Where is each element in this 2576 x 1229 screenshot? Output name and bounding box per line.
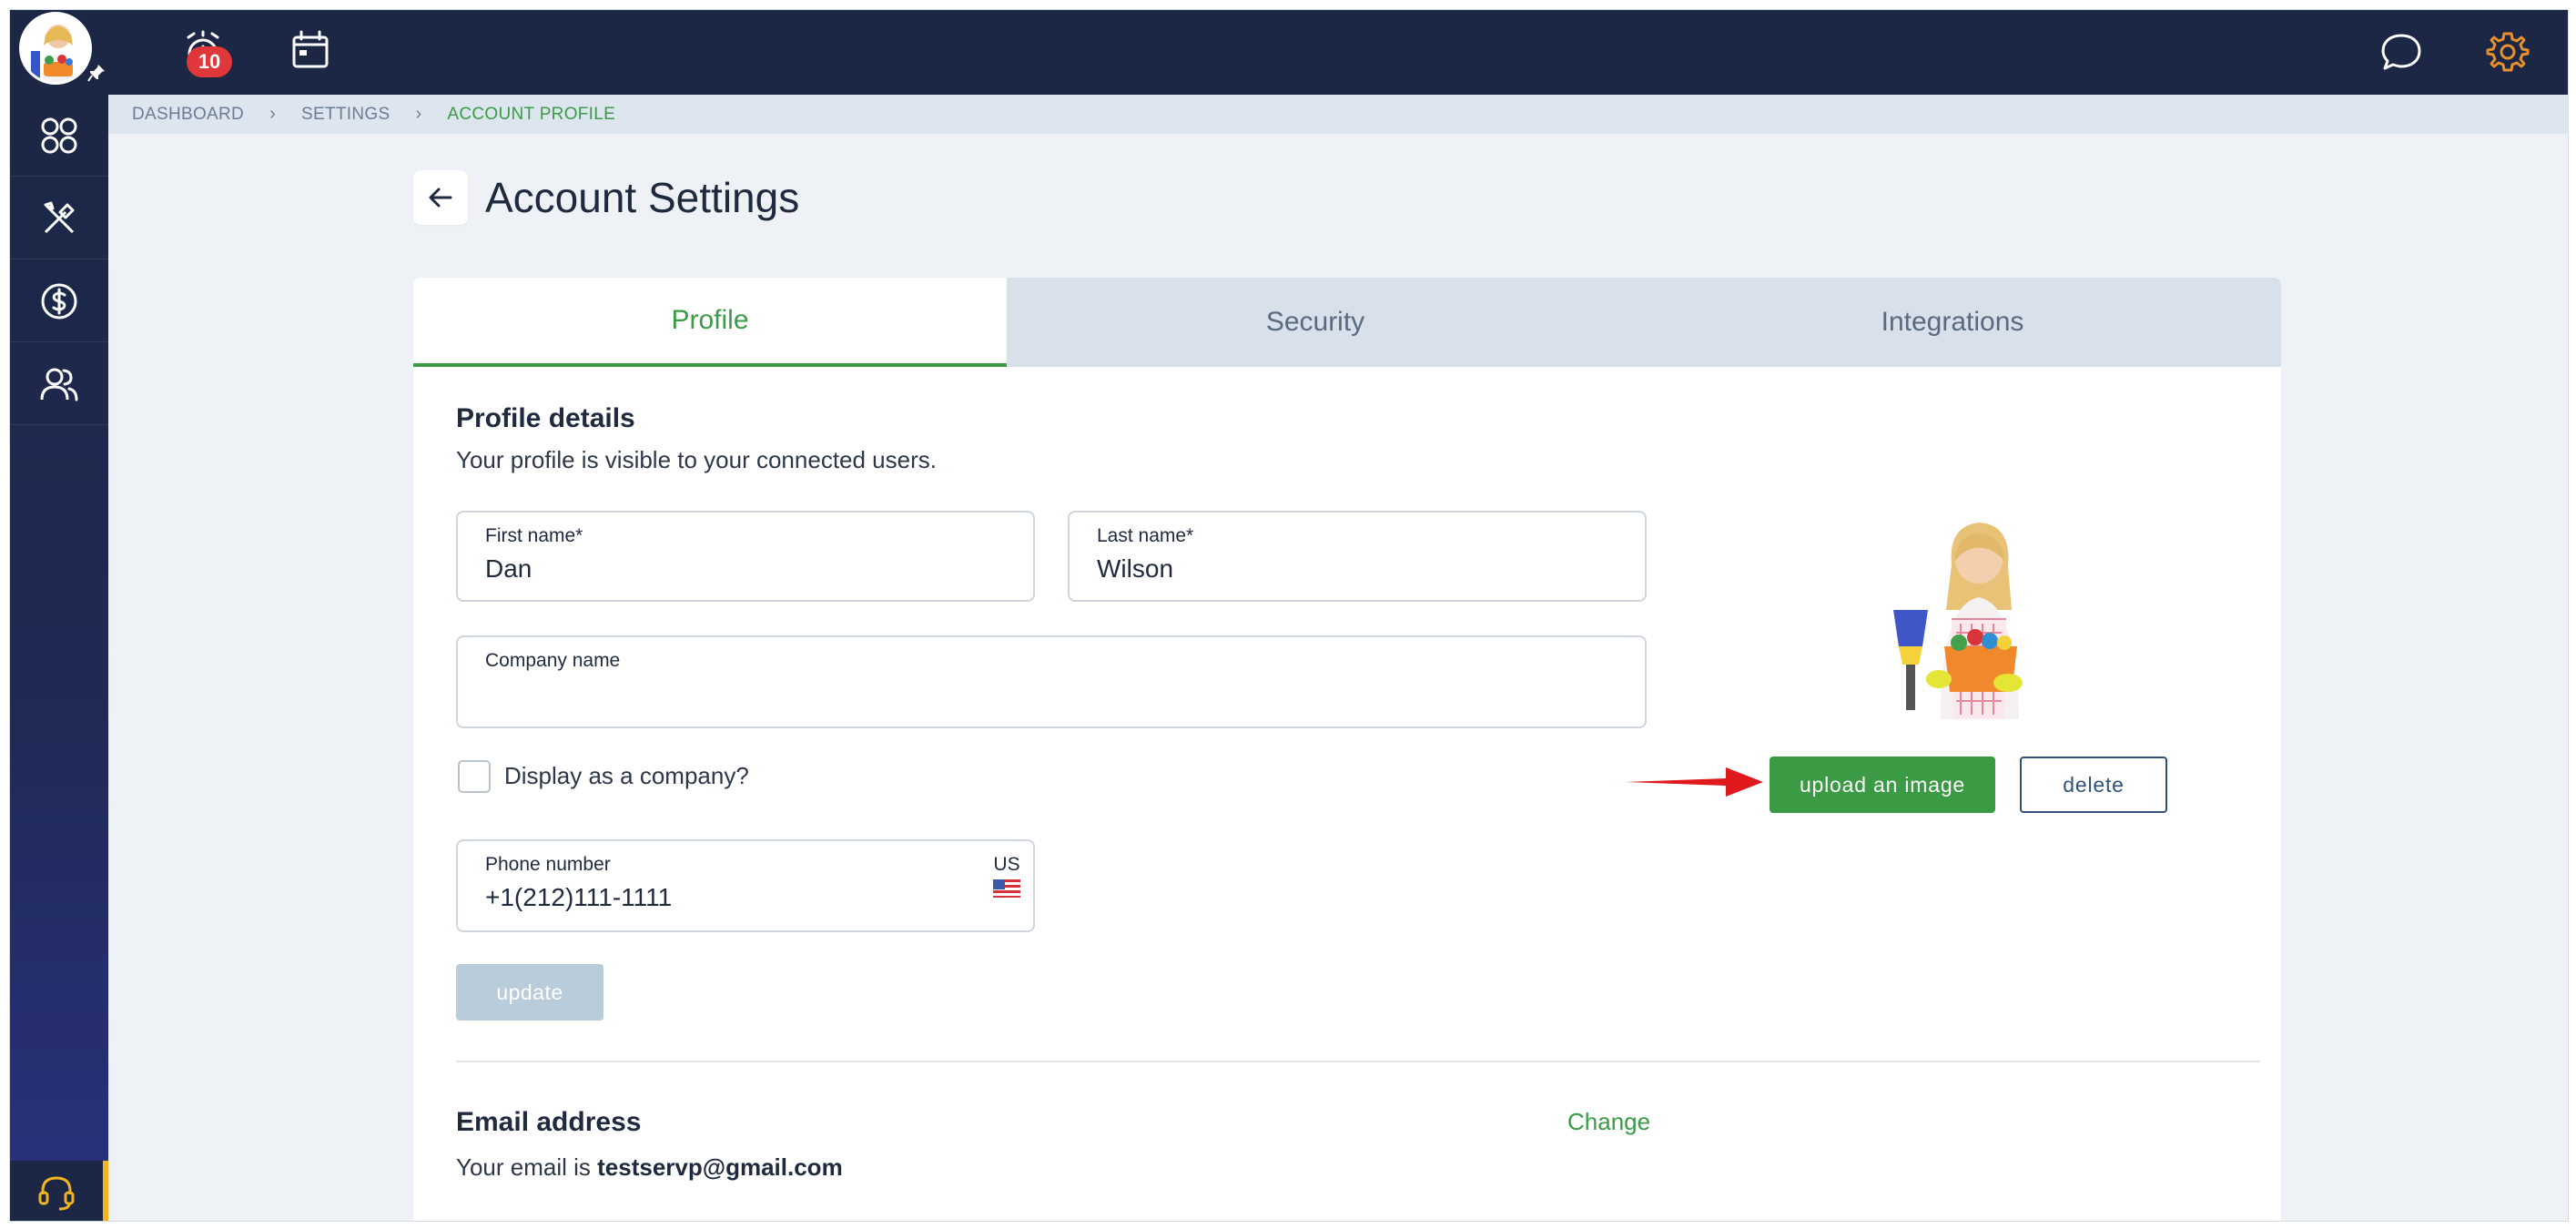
breadcrumb-account-profile: ACCOUNT PROFILE bbox=[447, 104, 616, 124]
email-section-title: Email address bbox=[456, 1107, 642, 1137]
email-address: testservp@gmail.com bbox=[597, 1153, 843, 1181]
profile-section-subtitle: Your profile is visible to your connecte… bbox=[456, 446, 937, 473]
us-flag-icon bbox=[993, 879, 1020, 898]
sidebar-item-tools[interactable] bbox=[10, 178, 108, 259]
support-button[interactable] bbox=[10, 1161, 108, 1221]
settings-card: Profile Security Integrations Profile de… bbox=[413, 278, 2281, 1221]
chevron-right-icon: › bbox=[415, 104, 422, 124]
country-selector[interactable]: US bbox=[993, 854, 1020, 898]
first-name-field[interactable]: First name* Dan bbox=[456, 511, 1035, 602]
users-icon bbox=[40, 368, 78, 401]
dollar-icon bbox=[41, 283, 77, 319]
tab-integrations[interactable]: Integrations bbox=[1624, 278, 2281, 367]
upload-image-button[interactable]: upload an image bbox=[1770, 757, 1995, 813]
phone-number-input[interactable]: +1(212)111-1111 bbox=[485, 883, 946, 912]
calendar-icon[interactable] bbox=[283, 25, 338, 79]
chat-icon[interactable] bbox=[2374, 25, 2429, 79]
company-name-field[interactable]: Company name bbox=[456, 635, 1647, 728]
annotation-arrow bbox=[1626, 767, 1763, 797]
profile-photo bbox=[1893, 523, 2023, 719]
tab-profile[interactable]: Profile bbox=[413, 278, 1007, 367]
sidebar bbox=[10, 95, 108, 1221]
notification-badge: 10 bbox=[187, 46, 232, 77]
country-code: US bbox=[993, 854, 1020, 875]
page-title: Account Settings bbox=[485, 174, 800, 221]
gear-icon[interactable] bbox=[2480, 25, 2535, 79]
email-text: Your email is testservp@gmail.com bbox=[456, 1153, 843, 1182]
breadcrumb-settings[interactable]: SETTINGS bbox=[301, 105, 390, 125]
section-divider bbox=[456, 1061, 2260, 1062]
top-bar: 10 bbox=[10, 10, 2568, 95]
tab-bar: Profile Security Integrations bbox=[413, 278, 2281, 367]
first-name-label: First name* bbox=[485, 525, 583, 546]
change-email-link[interactable]: Change bbox=[1567, 1108, 1650, 1136]
breadcrumb: DASHBOARD › SETTINGS › ACCOUNT PROFILE bbox=[108, 95, 2568, 134]
display-as-company-label: Display as a company? bbox=[504, 762, 749, 789]
sidebar-item-dashboard[interactable] bbox=[10, 95, 108, 177]
headset-icon bbox=[38, 1176, 75, 1211]
pin-icon[interactable] bbox=[86, 63, 106, 83]
back-button[interactable] bbox=[413, 170, 468, 225]
breadcrumb-dashboard[interactable]: DASHBOARD bbox=[132, 105, 244, 125]
display-as-company-checkbox[interactable] bbox=[458, 760, 491, 793]
email-prefix: Your email is bbox=[456, 1153, 591, 1181]
tools-icon bbox=[44, 201, 75, 233]
sidebar-item-billing[interactable] bbox=[10, 260, 108, 342]
chevron-right-icon: › bbox=[269, 104, 277, 124]
last-name-label: Last name* bbox=[1097, 525, 1194, 546]
delete-image-button[interactable]: delete bbox=[2020, 757, 2167, 813]
profile-section-title: Profile details bbox=[456, 403, 635, 433]
sidebar-item-users[interactable] bbox=[10, 343, 108, 425]
phone-number-label: Phone number bbox=[485, 854, 611, 875]
first-name-input[interactable]: Dan bbox=[485, 554, 946, 584]
company-name-label: Company name bbox=[485, 650, 621, 671]
arrow-left-icon bbox=[429, 188, 452, 208]
dashboard-grid-icon bbox=[41, 117, 77, 153]
app-window: 10 DASHBOARD › SETTINGS › ACCOUNT PROFIL… bbox=[9, 9, 2569, 1222]
last-name-input[interactable]: Wilson bbox=[1097, 554, 1557, 584]
tab-security[interactable]: Security bbox=[1007, 278, 1624, 367]
phone-number-field[interactable]: Phone number +1(212)111-1111 US bbox=[456, 839, 1035, 932]
update-button[interactable]: update bbox=[456, 964, 603, 1021]
last-name-field[interactable]: Last name* Wilson bbox=[1068, 511, 1647, 602]
avatar[interactable] bbox=[19, 12, 92, 85]
